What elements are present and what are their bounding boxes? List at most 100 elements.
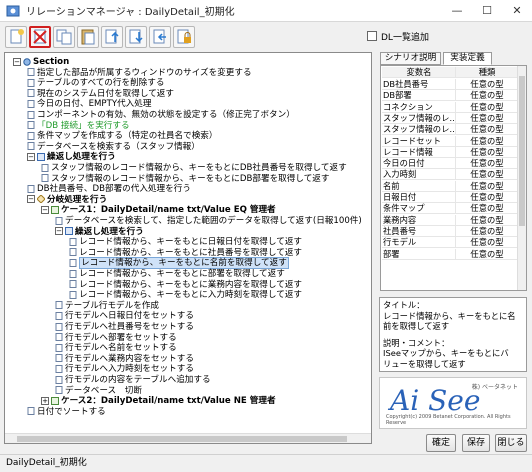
- table-row[interactable]: 条件マップ 任意の型: [382, 203, 518, 215]
- tree-view[interactable]: − Section 指定した部品が所属するウィンドウのサイズを変更する テーブルのすべ…: [4, 52, 372, 444]
- tree-item[interactable]: レコード情報から、キーをもとに部署を取得して返す: [69, 269, 285, 280]
- collapse-icon[interactable]: −: [41, 205, 49, 214]
- tree-item[interactable]: 行モデルへ日報日付をセットする: [55, 311, 194, 322]
- delete-icon[interactable]: [29, 26, 51, 48]
- tree-item[interactable]: 日付でソートする: [27, 407, 106, 418]
- table-row[interactable]: レコードセット 任意の型: [382, 135, 518, 147]
- table-row[interactable]: スタッフ情報のレ… 任意の型: [382, 112, 518, 124]
- tree-item[interactable]: テーブルのすべての行を削除する: [27, 78, 164, 89]
- paste-icon[interactable]: [77, 26, 99, 48]
- dl-add-checkbox[interactable]: [367, 31, 377, 41]
- copy-icon[interactable]: [53, 26, 75, 48]
- minimize-button[interactable]: —: [442, 0, 472, 22]
- tree-item[interactable]: 指定した部品が所属するウィンドウのサイズを変更する: [27, 68, 252, 79]
- close-window-button[interactable]: ✕: [502, 0, 532, 22]
- table-row[interactable]: 入力時刻 任意の型: [382, 169, 518, 181]
- tree-item[interactable]: スタッフ情報のレコード情報から、キーをもとにDB社員番号を取得して返す: [41, 163, 347, 174]
- table-row[interactable]: 業務内容 任意の型: [382, 214, 518, 226]
- tree-item[interactable]: 行モデルへ入力時刻をセットする: [55, 364, 194, 375]
- table-row[interactable]: 行モデル 任意の型: [382, 237, 518, 249]
- close-button[interactable]: 閉じる: [495, 434, 527, 452]
- tab-scenario-description[interactable]: シナリオ説明: [380, 52, 441, 65]
- tree-item-label: ケース2：DailyDetail/name txt/Value NE 管理者: [61, 396, 276, 407]
- tree-item[interactable]: 行モデルの内容をテーブルへ追加する: [55, 375, 211, 386]
- step-icon: [55, 216, 63, 225]
- tree-item-label: レコード情報から、キーをもとに日報日付を取得して返す: [79, 237, 303, 248]
- step-icon: [27, 78, 35, 87]
- table-row[interactable]: DB社員番号 任意の型: [382, 79, 518, 90]
- logo-panel: 株) ベータネット Ai See Copyright(c) 2009 Betan…: [379, 377, 527, 429]
- tree-item[interactable]: + ケース2：DailyDetail/name txt/Value NE 管理者: [41, 396, 276, 407]
- tree-item[interactable]: データベースを検索して、指定した範囲のデータを取得して返す(日報100件): [55, 216, 362, 227]
- tree-item-label: 繰返し処理を行う: [47, 152, 116, 163]
- tree-item[interactable]: DB社員番号、DB部署の代入処理を行う: [27, 184, 191, 195]
- expand-icon[interactable]: +: [41, 396, 49, 405]
- collapse-icon[interactable]: −: [55, 227, 63, 236]
- grid-vertical-scrollbar[interactable]: [517, 66, 526, 290]
- tree-item[interactable]: 行モデルへ名前をセットする: [55, 343, 177, 354]
- cell-variable-name: 行モデル: [382, 237, 456, 249]
- tree-item[interactable]: − 繰返し処理を行う: [27, 152, 116, 163]
- step-icon: [27, 131, 35, 140]
- cell-variable-name: 今日の日付: [382, 158, 456, 170]
- variable-grid[interactable]: 変数名 種類 DB社員番号 任意の型 DB部署 任意の型 コネクション 任意の型 スタッフ情報の…: [380, 65, 527, 291]
- table-row[interactable]: コネクション 任意の型: [382, 101, 518, 113]
- tree-item-label: 分岐処理を行う: [47, 194, 108, 205]
- save-button[interactable]: 保存: [462, 434, 490, 452]
- tree-item-label: 繰返し処理を行う: [75, 226, 144, 237]
- header-variable-name: 変数名: [382, 67, 456, 78]
- step-icon: [41, 174, 49, 183]
- cell-type: 任意の型: [456, 158, 518, 170]
- table-row[interactable]: DB部署 任意の型: [382, 90, 518, 102]
- tree-item-label: Section: [33, 57, 70, 67]
- copyright-text: Copyright(c) 2009 Betanet Corporation. A…: [386, 414, 511, 426]
- outdent-icon[interactable]: [149, 26, 171, 48]
- tree-item[interactable]: 行モデルへ社員番号をセットする: [55, 322, 194, 333]
- collapse-icon[interactable]: −: [27, 152, 35, 161]
- lock-icon[interactable]: [173, 26, 195, 48]
- tree-item[interactable]: − 繰返し処理を行う: [55, 227, 144, 238]
- confirm-button[interactable]: 確定: [426, 434, 456, 452]
- table-row[interactable]: 社員番号 任意の型: [382, 225, 518, 237]
- table-row[interactable]: 部署 任意の型: [382, 248, 518, 260]
- table-row[interactable]: 日報日付 任意の型: [382, 192, 518, 203]
- tree-item[interactable]: スタッフ情報のレコード情報から、キーをもとにDB部署を取得して返す: [41, 174, 330, 185]
- table-row[interactable]: スタッフ情報のレ… 任意の型: [382, 124, 518, 136]
- table-row[interactable]: レコード情報 任意の型: [382, 146, 518, 158]
- tab-implementation[interactable]: 実装定義: [443, 52, 492, 65]
- table-row[interactable]: 今日の日付 任意の型: [382, 158, 518, 170]
- step-icon: [55, 333, 63, 342]
- tree-item[interactable]: コンポーネントの有効、無効の状態を設定する（修正完了ボタン）: [27, 110, 295, 121]
- tree-item[interactable]: − ケース1：DailyDetail/name txt/Value EQ 管理者: [41, 205, 276, 216]
- collapse-icon[interactable]: −: [13, 57, 21, 66]
- step-icon: [69, 248, 77, 257]
- table-row[interactable]: 名前 任意の型: [382, 180, 518, 192]
- tree-item[interactable]: 行モデルへ部署をセットする: [55, 333, 177, 344]
- cell-variable-name: 日報日付: [382, 192, 456, 203]
- tree-item[interactable]: レコード情報から、キーをもとに名前を取得して返す: [69, 257, 289, 270]
- tree-item[interactable]: 条件マップを作成する（特定の社員名で検索）: [27, 131, 217, 142]
- aisee-logo: Ai See: [390, 384, 481, 417]
- cell-type: 任意の型: [456, 112, 518, 124]
- tree-item-label: コンポーネントの有効、無効の状態を設定する（修正完了ボタン）: [37, 110, 295, 120]
- cell-type: 任意の型: [456, 90, 518, 102]
- tree-item[interactable]: データベース 切断: [55, 386, 142, 397]
- tree-item[interactable]: 「DB 接続」を実行する: [27, 121, 130, 132]
- cell-type: 任意の型: [456, 214, 518, 226]
- tree-item-label: 今日の日付、EMPTY代入処理: [37, 99, 152, 110]
- up-icon[interactable]: [101, 26, 123, 48]
- step-icon: [55, 311, 63, 320]
- cell-variable-name: レコード情報: [382, 146, 456, 158]
- collapse-icon[interactable]: −: [27, 195, 35, 204]
- tree-item[interactable]: レコード情報から、キーをもとに入力時刻を取得して返す: [69, 290, 302, 301]
- case-icon: [51, 396, 59, 405]
- tree-item[interactable]: 今日の日付、EMPTY代入処理: [27, 99, 151, 110]
- new-icon[interactable]: [5, 26, 27, 48]
- tree-item[interactable]: − Section: [13, 57, 69, 68]
- maximize-button[interactable]: ☐: [472, 0, 502, 22]
- tree-horizontal-scrollbar[interactable]: [5, 433, 371, 443]
- down-icon[interactable]: [125, 26, 147, 48]
- tree-item[interactable]: レコード情報から、キーをもとに日報日付を取得して返す: [69, 237, 302, 248]
- tree-item[interactable]: レコード情報から、キーをもとに業務内容を取得して返す: [69, 280, 302, 291]
- cell-variable-name: 入力時刻: [382, 169, 456, 181]
